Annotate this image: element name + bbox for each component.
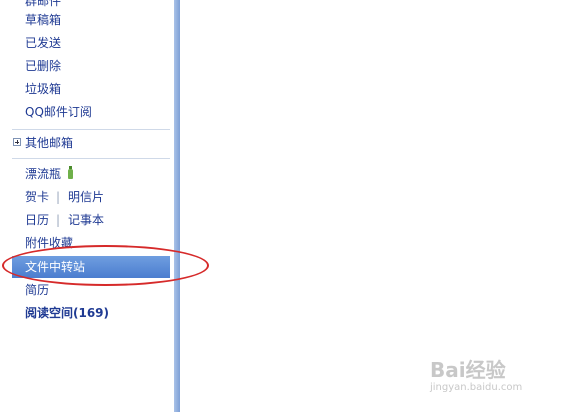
folder-label: 草稿箱 xyxy=(25,13,62,27)
folder-sent[interactable]: 已发送 xyxy=(0,32,174,54)
mail-folder-sidebar: 群邮件 草稿箱 已发送 已删除 垃圾箱 QQ邮件订阅 其他邮箱 漂流瓶 贺卡 |… xyxy=(0,0,174,412)
annotation-ellipse xyxy=(2,245,209,286)
calendar-links-row: 日历 | 记事本 xyxy=(0,209,174,231)
notebook-link[interactable]: 记事本 xyxy=(68,209,104,231)
folder-spam[interactable]: 垃圾箱 xyxy=(0,78,174,100)
reading-space-label: 阅读空间(169) xyxy=(25,306,110,320)
separator: | xyxy=(56,190,61,204)
sidebar-border xyxy=(174,0,180,412)
other-mailboxes[interactable]: 其他邮箱 xyxy=(0,132,174,154)
folder-label: 已删除 xyxy=(25,59,62,73)
drift-bottle-label: 漂流瓶 xyxy=(25,167,62,181)
folder-qq-subscription[interactable]: QQ邮件订阅 xyxy=(0,101,174,123)
drift-bottle-link[interactable]: 漂流瓶 xyxy=(0,163,174,185)
divider xyxy=(12,158,170,159)
greeting-card-link[interactable]: 贺卡 xyxy=(25,186,49,208)
separator: | xyxy=(56,213,61,227)
baidu-watermark: Bai经验 jingyan.baidu.com xyxy=(430,358,560,402)
divider xyxy=(12,129,170,130)
postcard-link[interactable]: 明信片 xyxy=(68,186,104,208)
bottle-icon xyxy=(68,166,73,179)
watermark-text: Bai经验 xyxy=(430,358,506,382)
folder-drafts[interactable]: 草稿箱 xyxy=(0,9,174,31)
folder-deleted[interactable]: 已删除 xyxy=(0,55,174,77)
reading-space-link[interactable]: 阅读空间(169) xyxy=(0,302,174,324)
other-mailboxes-label: 其他邮箱 xyxy=(25,136,74,150)
folder-label: 垃圾箱 xyxy=(25,82,62,96)
folder-label: QQ邮件订阅 xyxy=(25,105,92,119)
expand-plus-icon[interactable] xyxy=(13,138,21,146)
card-links-row: 贺卡 | 明信片 xyxy=(0,186,174,208)
calendar-link[interactable]: 日历 xyxy=(25,209,49,231)
folder-label: 已发送 xyxy=(25,36,62,50)
watermark-sub: jingyan.baidu.com xyxy=(430,382,523,393)
